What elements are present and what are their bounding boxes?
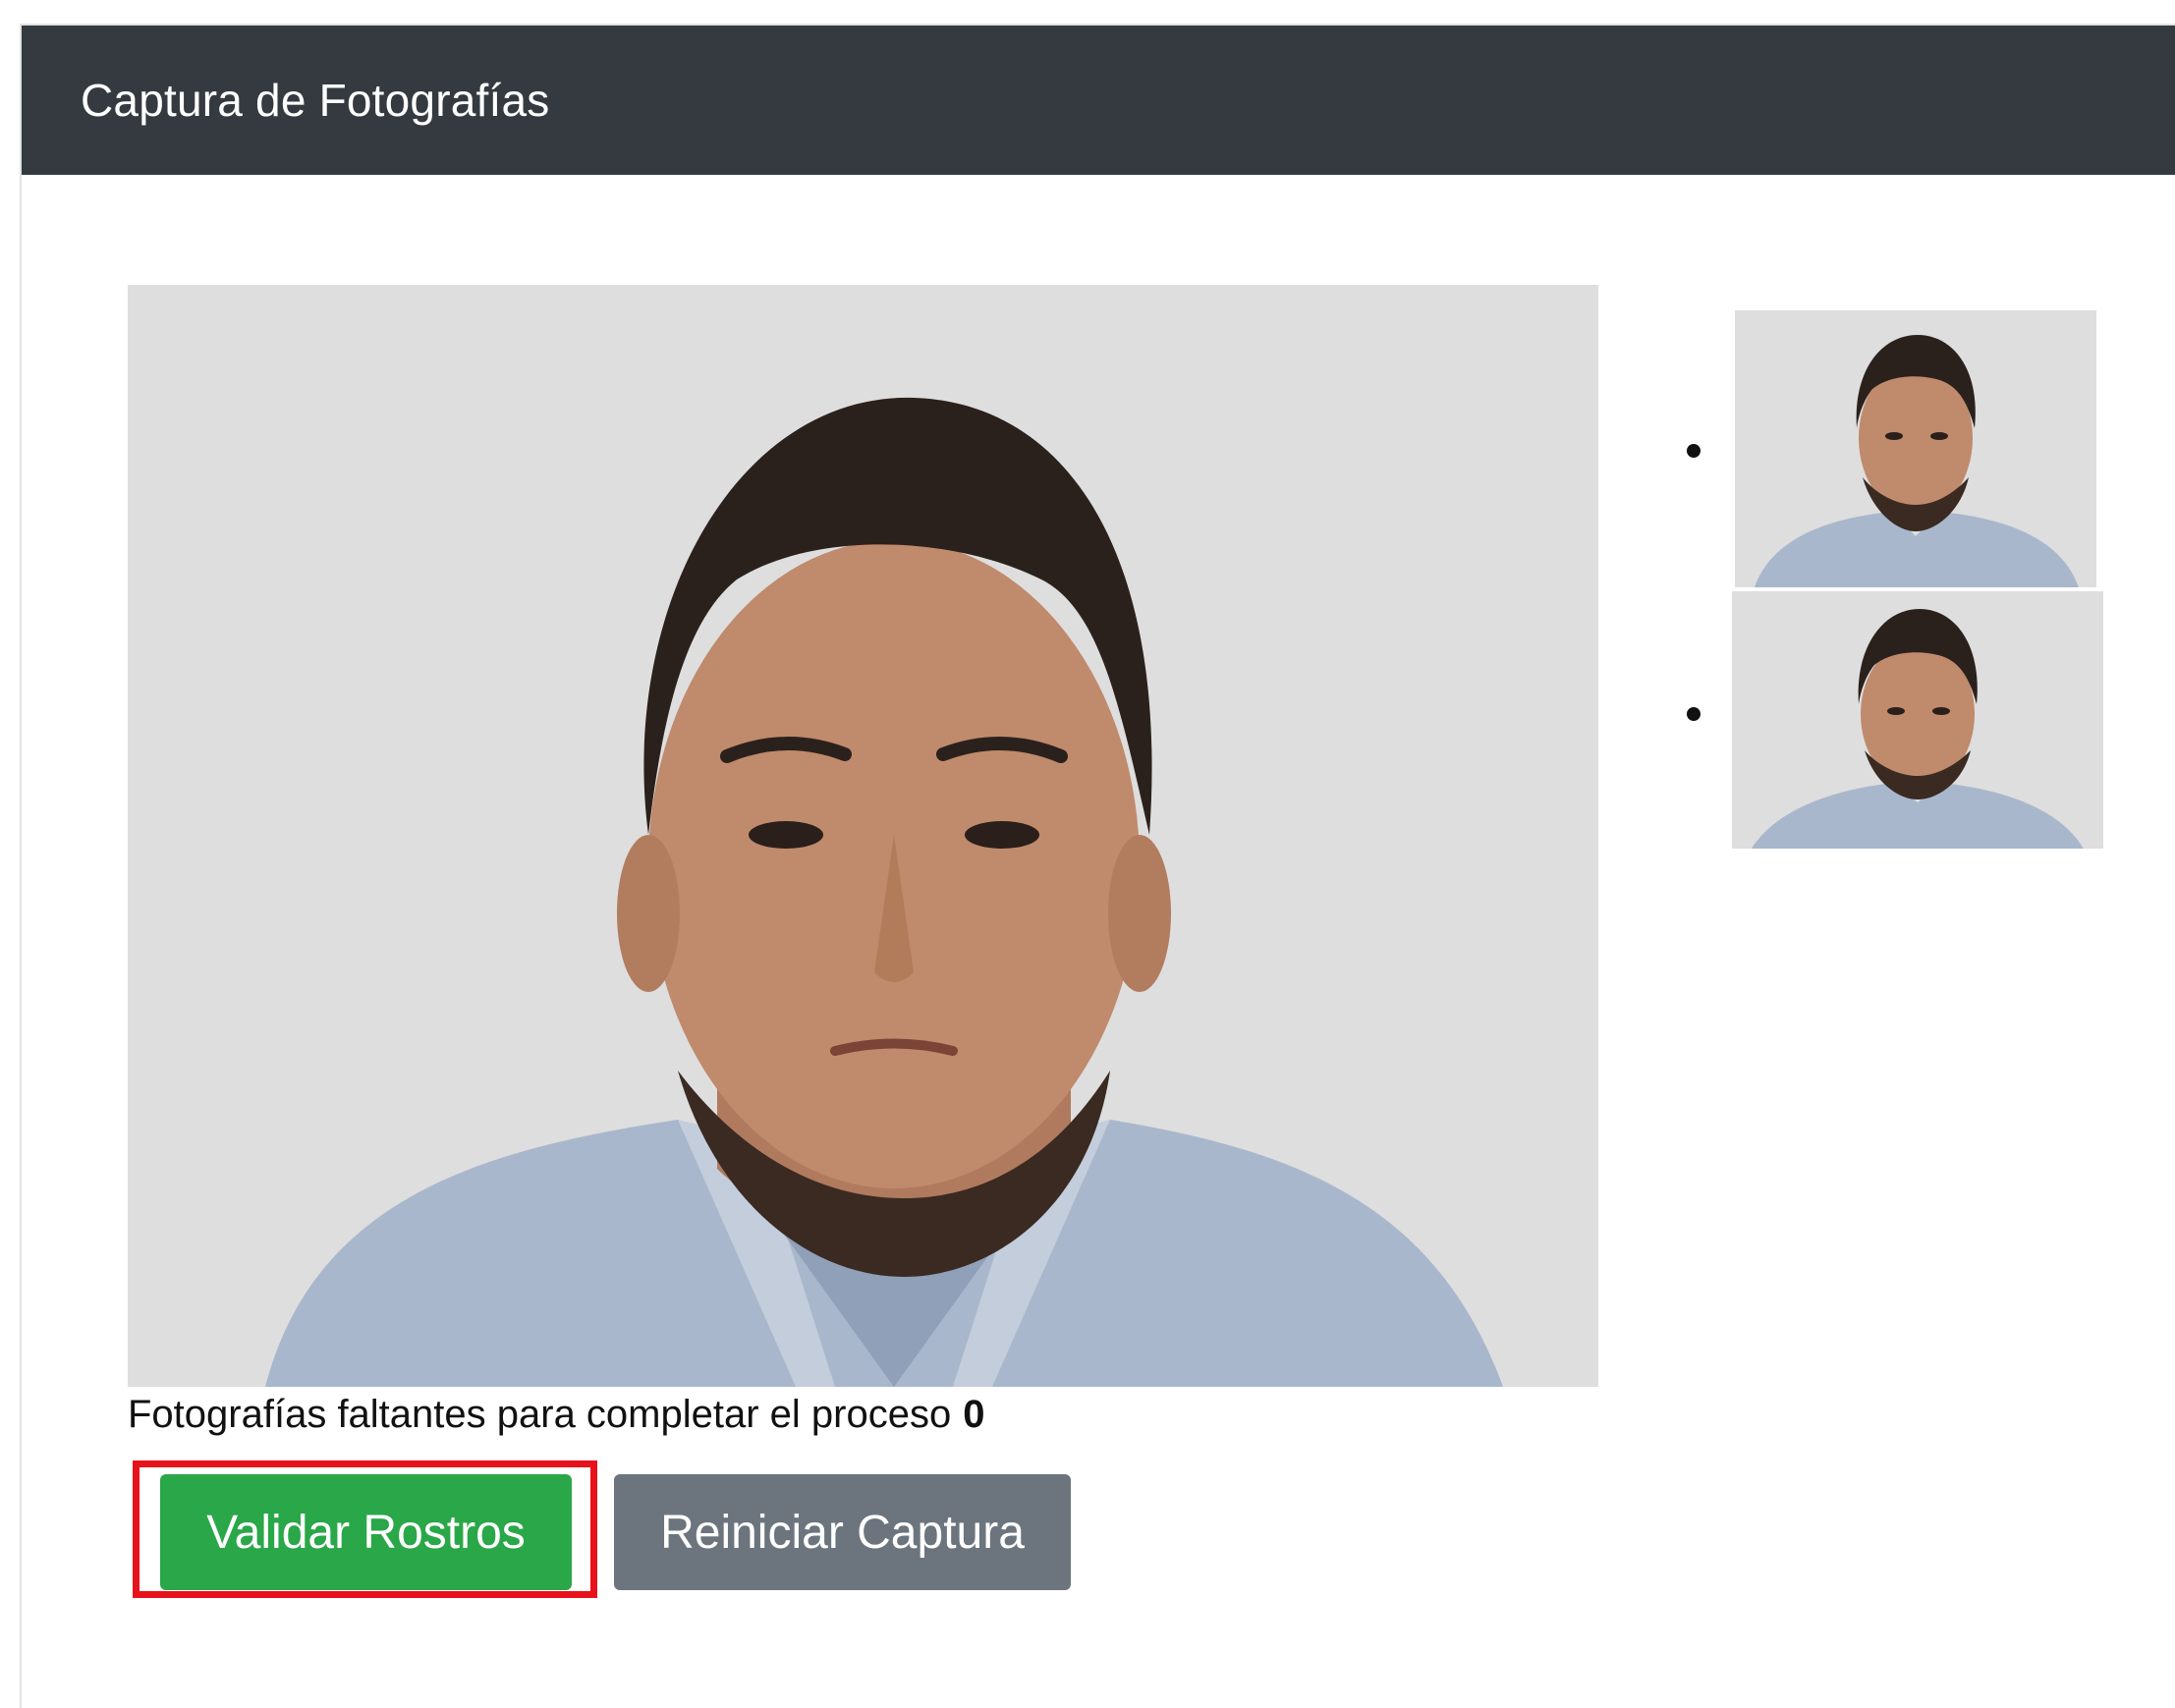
validate-faces-button[interactable]: Validar Rostros bbox=[160, 1474, 572, 1590]
thumbnail-photo[interactable] bbox=[1732, 591, 2103, 849]
remaining-photos-label: Fotografías faltantes para completar el … bbox=[128, 1392, 952, 1436]
remaining-photos-count: 0 bbox=[963, 1392, 985, 1436]
main-photo-image bbox=[128, 285, 1598, 1387]
main-photo bbox=[128, 285, 1598, 1387]
card-header: Captura de Fotografías bbox=[22, 26, 2175, 175]
list-bullet bbox=[1687, 707, 1701, 721]
list-bullet bbox=[1687, 444, 1701, 458]
reset-capture-button[interactable]: Reiniciar Captura bbox=[614, 1474, 1071, 1590]
thumbnail-photo[interactable] bbox=[1735, 310, 2096, 587]
remaining-photos-status: Fotografías faltantes para completar el … bbox=[128, 1387, 984, 1442]
page-title: Captura de Fotografías bbox=[81, 75, 550, 126]
page: Captura de Fotografías Fotografías falta… bbox=[0, 0, 2175, 1708]
